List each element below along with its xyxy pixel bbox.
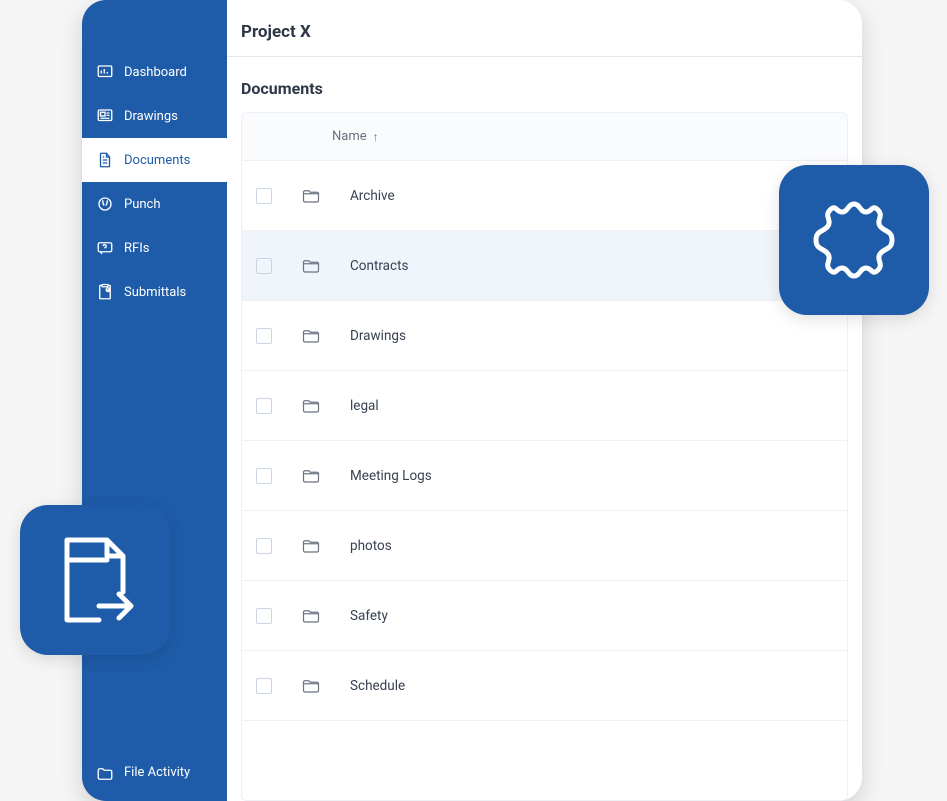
sidebar-item-drawings[interactable]: Drawings — [82, 94, 227, 138]
app-window: Dashboard Drawings Documents Punch RFIs — [82, 0, 862, 801]
main-content: Project X Documents Name ↑ Archive Contr… — [227, 0, 862, 801]
row-checkbox[interactable] — [256, 398, 272, 414]
row-name: Schedule — [350, 678, 405, 694]
table-row[interactable]: Archive — [242, 161, 847, 231]
file-export-badge — [20, 505, 170, 655]
section-header: Documents — [227, 57, 862, 112]
table-header: Name ↑ — [242, 113, 847, 161]
table-row[interactable]: photos — [242, 511, 847, 581]
folder-icon — [302, 538, 320, 554]
folder-icon — [302, 328, 320, 344]
row-checkbox[interactable] — [256, 328, 272, 344]
sidebar-item-rfis[interactable]: RFIs — [82, 226, 227, 270]
sort-ascending-icon: ↑ — [373, 130, 379, 144]
outline-badge — [779, 165, 929, 315]
row-name: Contracts — [350, 258, 408, 274]
row-checkbox[interactable] — [256, 468, 272, 484]
sidebar-item-label: Drawings — [124, 109, 178, 124]
row-name: Archive — [350, 188, 395, 204]
sidebar-item-file-activity[interactable]: File Activity — [82, 752, 227, 801]
row-checkbox[interactable] — [256, 608, 272, 624]
folder-icon — [302, 398, 320, 414]
row-name: Drawings — [350, 328, 406, 344]
table-row[interactable]: Contracts — [242, 231, 847, 301]
row-checkbox[interactable] — [256, 538, 272, 554]
column-name-header[interactable]: Name ↑ — [332, 129, 379, 144]
row-checkbox[interactable] — [256, 678, 272, 694]
sidebar-item-label: Punch — [124, 197, 161, 212]
folder-icon — [302, 468, 320, 484]
header: Project X — [227, 0, 862, 57]
section-title: Documents — [241, 79, 834, 98]
table-row[interactable]: legal — [242, 371, 847, 441]
sidebar-item-label: Submittals — [124, 285, 186, 300]
folder-icon — [302, 188, 320, 204]
row-name: legal — [350, 398, 379, 414]
sidebar-item-punch[interactable]: Punch — [82, 182, 227, 226]
sidebar-item-documents[interactable]: Documents — [82, 138, 227, 182]
sidebar-item-label: File Activity — [124, 765, 190, 781]
folder-icon — [302, 608, 320, 624]
folder-icon — [302, 258, 320, 274]
folder-icon — [96, 765, 114, 783]
sidebar-item-label: Dashboard — [124, 65, 187, 80]
row-name: photos — [350, 538, 392, 554]
table-row[interactable]: Safety — [242, 581, 847, 651]
documents-table: Name ↑ Archive Contracts Drawings legal — [241, 112, 848, 801]
column-label: Name — [332, 129, 367, 144]
drawings-icon — [96, 107, 114, 125]
row-checkbox[interactable] — [256, 188, 272, 204]
submittals-icon — [96, 283, 114, 301]
outline-badge-icon — [806, 192, 902, 288]
table-row[interactable]: Drawings — [242, 301, 847, 371]
sidebar-item-submittals[interactable]: Submittals — [82, 270, 227, 314]
row-checkbox[interactable] — [256, 258, 272, 274]
row-name: Meeting Logs — [350, 468, 432, 484]
table-row[interactable]: Schedule — [242, 651, 847, 721]
punch-icon — [96, 195, 114, 213]
row-name: Safety — [350, 608, 388, 624]
table-row[interactable]: Meeting Logs — [242, 441, 847, 511]
sidebar-item-dashboard[interactable]: Dashboard — [82, 50, 227, 94]
page-title: Project X — [241, 22, 834, 42]
file-export-icon — [51, 532, 139, 628]
folder-icon — [302, 678, 320, 694]
sidebar: Dashboard Drawings Documents Punch RFIs — [82, 0, 227, 801]
documents-icon — [96, 151, 114, 169]
dashboard-icon — [96, 63, 114, 81]
sidebar-item-label: Documents — [124, 153, 190, 168]
rfis-icon — [96, 239, 114, 257]
sidebar-item-label: RFIs — [124, 241, 149, 256]
